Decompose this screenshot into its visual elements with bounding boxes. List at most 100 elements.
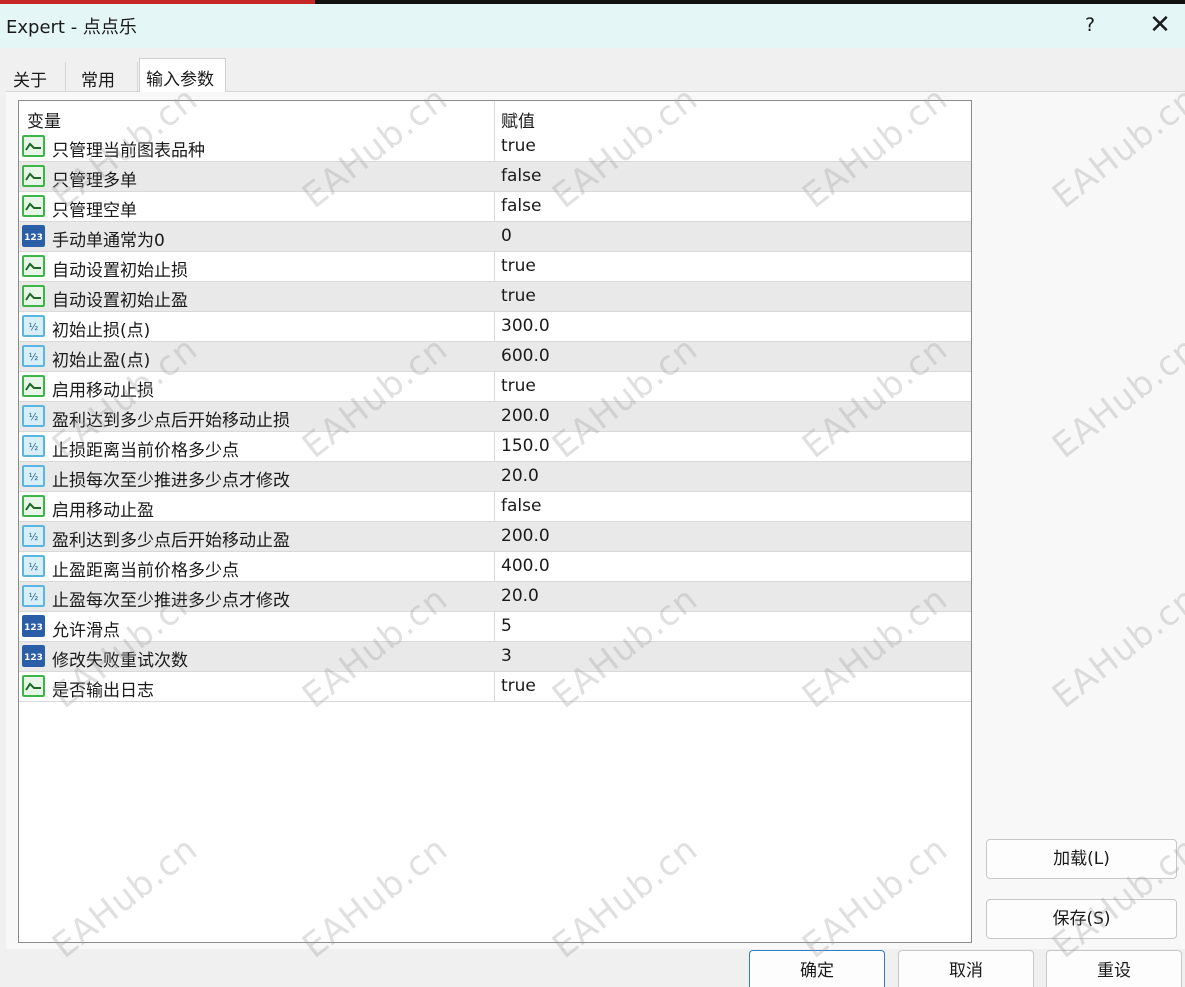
table-row[interactable]: 启用移动止盈 false [19,492,971,522]
cancel-button[interactable]: 取消 [898,950,1034,987]
reset-button[interactable]: 重设 [1046,950,1182,987]
table-row[interactable]: 123 修改失败重试次数 3 [19,642,971,672]
parameter-name: 初始止损(点) [52,321,151,341]
boolean-type-icon [22,285,45,307]
double-type-icon: ½ [22,465,45,487]
parameter-value[interactable]: 400.0 [501,556,550,576]
parameter-name: 初始止盈(点) [52,351,151,371]
parameter-name: 止损每次至少推进多少点才修改 [52,471,290,491]
table-row[interactable]: ½ 盈利达到多少点后开始移动止盈 200.0 [19,522,971,552]
parameter-value[interactable]: 20.0 [501,586,539,606]
parameter-value[interactable]: 200.0 [501,526,550,546]
parameters-grid: 变量 赋值 只管理当前图表品种 true 只管理多单 false 只管理空单 false 1… [18,100,972,943]
parameter-value[interactable]: 0 [501,226,512,246]
parameter-value[interactable]: true [501,256,536,276]
table-row[interactable]: ½ 初始止盈(点) 600.0 [19,342,971,372]
parameter-value[interactable]: true [501,136,536,156]
parameter-value[interactable]: true [501,376,536,396]
parameter-value[interactable]: 3 [501,646,512,666]
svg-text:½: ½ [29,471,39,483]
close-button[interactable]: ✕ [1140,8,1180,42]
parameter-name: 自动设置初始止损 [52,261,188,281]
parameter-name: 启用移动止盈 [52,501,154,521]
table-row[interactable]: ½ 盈利达到多少点后开始移动止损 200.0 [19,402,971,432]
double-type-icon: ½ [22,435,45,457]
svg-text:123: 123 [24,653,43,663]
boolean-type-icon [22,165,45,187]
table-row[interactable]: ½ 止盈每次至少推进多少点才修改 20.0 [19,582,971,612]
parameter-value[interactable]: false [501,196,541,216]
window-title: Expert - 点点乐 [6,17,137,38]
table-row[interactable]: 123 手动单通常为0 0 [19,222,971,252]
svg-text:½: ½ [29,591,39,603]
svg-text:½: ½ [29,531,39,543]
parameter-value[interactable]: false [501,166,541,186]
svg-text:½: ½ [29,441,39,453]
parameter-name: 止盈每次至少推进多少点才修改 [52,591,290,611]
parameter-name: 启用移动止损 [52,381,154,401]
parameter-name: 允许滑点 [52,621,120,641]
double-type-icon: ½ [22,585,45,607]
integer-type-icon: 123 [22,615,45,637]
grid-header: 变量 赋值 [19,101,971,132]
parameter-name: 是否输出日志 [52,681,154,701]
table-row[interactable]: 启用移动止损 true [19,372,971,402]
parameter-name: 止损距离当前价格多少点 [52,441,239,461]
table-row[interactable]: 只管理当前图表品种 true [19,132,971,162]
table-row[interactable]: 只管理多单 false [19,162,971,192]
parameter-value[interactable]: 200.0 [501,406,550,426]
tab-about[interactable]: 关于 [6,62,66,91]
parameter-value[interactable]: 600.0 [501,346,550,366]
parameter-name: 手动单通常为0 [52,231,165,251]
save-button[interactable]: 保存(S) [986,899,1177,939]
double-type-icon: ½ [22,315,45,337]
parameter-name: 只管理当前图表品种 [52,141,205,161]
parameter-value[interactable]: 150.0 [501,436,550,456]
svg-text:½: ½ [29,321,39,333]
column-header-value[interactable]: 赋值 [501,107,535,132]
table-row[interactable]: 123 允许滑点 5 [19,612,971,642]
svg-text:123: 123 [24,233,43,243]
svg-text:½: ½ [29,411,39,423]
double-type-icon: ½ [22,345,45,367]
table-row[interactable]: 自动设置初始止损 true [19,252,971,282]
double-type-icon: ½ [22,555,45,577]
parameter-value[interactable]: true [501,676,536,696]
parameter-value[interactable]: false [501,496,541,516]
table-row[interactable]: ½ 止盈距离当前价格多少点 400.0 [19,552,971,582]
table-row[interactable]: 只管理空单 false [19,192,971,222]
table-row[interactable]: ½ 止损距离当前价格多少点 150.0 [19,432,971,462]
boolean-type-icon [22,495,45,517]
table-row[interactable]: ½ 止损每次至少推进多少点才修改 20.0 [19,462,971,492]
column-header-variable[interactable]: 变量 [27,107,61,132]
title-bar: Expert - 点点乐 ? ✕ [0,0,1185,48]
svg-text:½: ½ [29,351,39,363]
boolean-type-icon [22,375,45,397]
boolean-type-icon [22,135,45,157]
parameter-name: 盈利达到多少点后开始移动止盈 [52,531,290,551]
parameter-value[interactable]: 5 [501,616,512,636]
parameter-name: 修改失败重试次数 [52,651,188,671]
ok-button[interactable]: 确定 [749,950,885,987]
parameter-name: 自动设置初始止盈 [52,291,188,311]
parameter-name: 只管理多单 [52,171,137,191]
table-row[interactable]: 是否输出日志 true [19,672,971,702]
help-button[interactable]: ? [1072,8,1108,42]
integer-type-icon: 123 [22,645,45,667]
parameter-name: 盈利达到多少点后开始移动止损 [52,411,290,431]
svg-text:123: 123 [24,623,43,633]
svg-text:½: ½ [29,561,39,573]
integer-type-icon: 123 [22,225,45,247]
boolean-type-icon [22,255,45,277]
parameter-value[interactable]: 300.0 [501,316,550,336]
double-type-icon: ½ [22,525,45,547]
tab-common[interactable]: 常用 [72,62,138,91]
boolean-type-icon [22,195,45,217]
parameter-name: 只管理空单 [52,201,137,221]
table-row[interactable]: 自动设置初始止盈 true [19,282,971,312]
table-row[interactable]: ½ 初始止损(点) 300.0 [19,312,971,342]
tab-inputs[interactable]: 输入参数 [139,58,226,92]
parameter-value[interactable]: true [501,286,536,306]
parameter-value[interactable]: 20.0 [501,466,539,486]
load-button[interactable]: 加载(L) [986,839,1177,879]
